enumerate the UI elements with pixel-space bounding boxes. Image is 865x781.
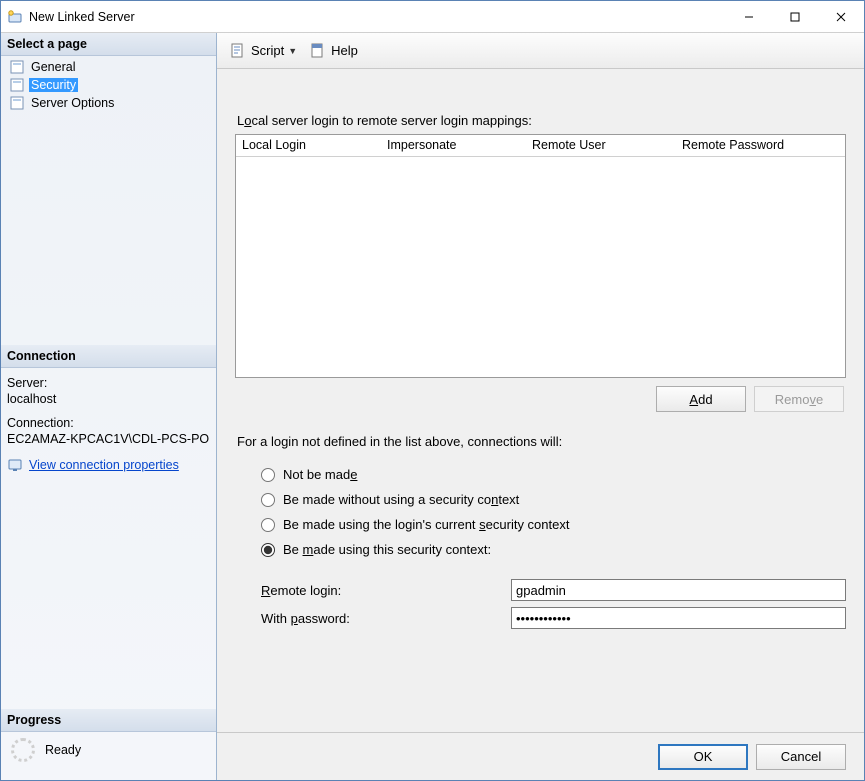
page-icon (9, 59, 25, 75)
minimize-button[interactable] (726, 1, 772, 32)
connection-mode-radio-group: Not be made Be made without using a secu… (235, 457, 846, 567)
page-item-general[interactable]: General (5, 58, 216, 76)
add-button[interactable]: Add (656, 386, 746, 412)
grid-col-remote-password[interactable]: Remote Password (676, 135, 845, 156)
login-note: For a login not defined in the list abov… (237, 434, 844, 449)
radio-this-context[interactable] (261, 543, 275, 557)
server-label: Server: (7, 376, 210, 390)
page-icon (9, 95, 25, 111)
ok-button[interactable]: OK (658, 744, 748, 770)
radio-not-be-made[interactable] (261, 468, 275, 482)
body-row: Select a page General Security (1, 33, 864, 780)
connection-properties-icon (7, 456, 25, 474)
grid-col-impersonate[interactable]: Impersonate (381, 135, 526, 156)
page-item-security[interactable]: Security (5, 76, 216, 94)
window-root: New Linked Server Select a page Gene (0, 0, 865, 781)
progress-ring-icon (11, 738, 35, 762)
view-connection-properties-link[interactable]: View connection properties (29, 458, 179, 472)
connection-value: EC2AMAZ-KPCAC1V\CDL-PCS-PO (7, 432, 210, 446)
select-page-header: Select a page (1, 33, 216, 56)
page-list: General Security Server Options (1, 56, 216, 120)
help-icon (309, 42, 327, 60)
radio-not-be-made-label[interactable]: Not be made (283, 467, 357, 482)
connection-block: Server: localhost Connection: EC2AMAZ-KP… (1, 368, 216, 484)
progress-status: Ready (45, 743, 81, 757)
credentials-grid: Remote login: With password: (235, 573, 846, 635)
radio-without-context-label[interactable]: Be made without using a security context (283, 492, 519, 507)
progress-block: Ready (1, 732, 216, 780)
app-icon (7, 9, 23, 25)
page-item-label: Security (29, 78, 78, 92)
progress-header: Progress (1, 709, 216, 732)
script-button[interactable]: Script ▼ (225, 40, 301, 62)
radio-without-context[interactable] (261, 493, 275, 507)
titlebar: New Linked Server (1, 1, 864, 33)
mappings-label: Local server login to remote server logi… (237, 113, 844, 128)
page-item-server-options[interactable]: Server Options (5, 94, 216, 112)
help-button[interactable]: Help (305, 40, 362, 62)
footer: OK Cancel (217, 732, 864, 780)
page-item-label: General (29, 60, 77, 74)
left-panel: Select a page General Security (1, 33, 217, 780)
with-password-input[interactable] (511, 607, 846, 629)
radio-current-context-label[interactable]: Be made using the login's current securi… (283, 517, 569, 532)
remove-button: Remove (754, 386, 844, 412)
connection-header: Connection (1, 345, 216, 368)
grid-col-local-login[interactable]: Local Login (236, 135, 381, 156)
grid-col-remote-user[interactable]: Remote User (526, 135, 676, 156)
script-label: Script (251, 43, 284, 58)
toolbar: Script ▼ Help (217, 33, 864, 69)
radio-current-context[interactable] (261, 518, 275, 532)
main-panel: Script ▼ Help Local server login to remo… (217, 33, 864, 780)
page-icon (9, 77, 25, 93)
window-title: New Linked Server (29, 10, 726, 24)
remote-login-input[interactable] (511, 579, 846, 601)
server-value: localhost (7, 392, 210, 406)
content-area: Local server login to remote server logi… (217, 69, 864, 732)
with-password-label: With password: (261, 611, 511, 626)
help-label: Help (331, 43, 358, 58)
window-controls (726, 1, 864, 32)
script-icon (229, 42, 247, 60)
page-item-label: Server Options (29, 96, 116, 110)
close-button[interactable] (818, 1, 864, 32)
grid-header: Local Login Impersonate Remote User Remo… (236, 135, 845, 157)
remote-login-label: Remote login: (261, 583, 511, 598)
chevron-down-icon[interactable]: ▼ (288, 46, 297, 56)
cancel-button[interactable]: Cancel (756, 744, 846, 770)
connection-label: Connection: (7, 416, 210, 430)
radio-this-context-label[interactable]: Be made using this security context: (283, 542, 491, 557)
login-mappings-grid[interactable]: Local Login Impersonate Remote User Remo… (235, 134, 846, 378)
maximize-button[interactable] (772, 1, 818, 32)
